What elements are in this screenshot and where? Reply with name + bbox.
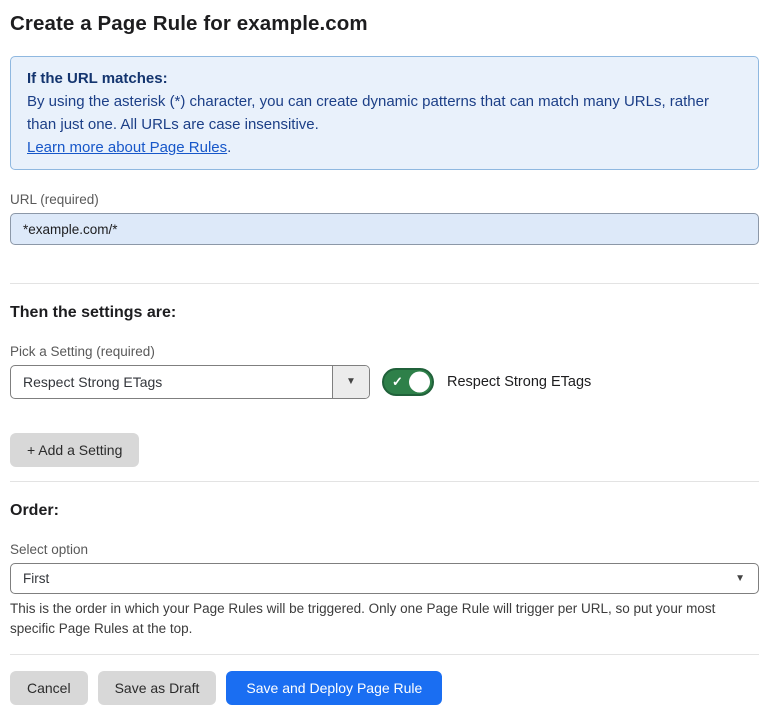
order-select-label: Select option <box>10 542 759 557</box>
url-input[interactable] <box>10 213 759 245</box>
divider <box>10 654 759 655</box>
page-title: Create a Page Rule for example.com <box>10 12 759 36</box>
callout-link-line: Learn more about Page Rules. <box>27 136 742 159</box>
setting-row: Respect Strong ETags ▼ ✓ Respect Strong … <box>10 365 759 399</box>
url-match-callout: If the URL matches: By using the asteris… <box>10 56 759 170</box>
footer-actions: Cancel Save as Draft Save and Deploy Pag… <box>10 671 759 705</box>
order-select-caret-area: ▼ <box>735 564 758 593</box>
etag-toggle[interactable]: ✓ <box>382 368 434 396</box>
setting-select-arrow-button[interactable]: ▼ <box>332 366 369 398</box>
settings-heading: Then the settings are: <box>10 304 759 322</box>
divider <box>10 283 759 284</box>
save-deploy-button[interactable]: Save and Deploy Page Rule <box>226 671 442 705</box>
divider <box>10 481 759 482</box>
chevron-down-icon: ▼ <box>346 377 356 387</box>
cancel-button[interactable]: Cancel <box>10 671 88 705</box>
save-draft-button[interactable]: Save as Draft <box>98 671 217 705</box>
check-icon: ✓ <box>392 374 403 390</box>
setting-select[interactable]: Respect Strong ETags ▼ <box>10 365 370 399</box>
order-help-text: This is the order in which your Page Rul… <box>10 599 759 639</box>
toggle-knob <box>409 372 430 393</box>
order-select-value: First <box>11 564 735 593</box>
callout-heading: If the URL matches: <box>27 67 742 90</box>
callout-body: By using the asterisk (*) character, you… <box>27 90 742 136</box>
setting-picker-label: Pick a Setting (required) <box>10 344 759 359</box>
url-label: URL (required) <box>10 192 759 207</box>
order-heading: Order: <box>10 502 759 520</box>
page-rules-help-link[interactable]: Learn more about Page Rules <box>27 139 227 156</box>
link-suffix: . <box>227 139 231 156</box>
order-select[interactable]: First ▼ <box>10 563 759 594</box>
toggle-label: Respect Strong ETags <box>447 374 591 390</box>
chevron-down-icon: ▼ <box>735 574 745 584</box>
add-setting-button[interactable]: + Add a Setting <box>10 433 139 467</box>
setting-select-value: Respect Strong ETags <box>11 366 332 398</box>
